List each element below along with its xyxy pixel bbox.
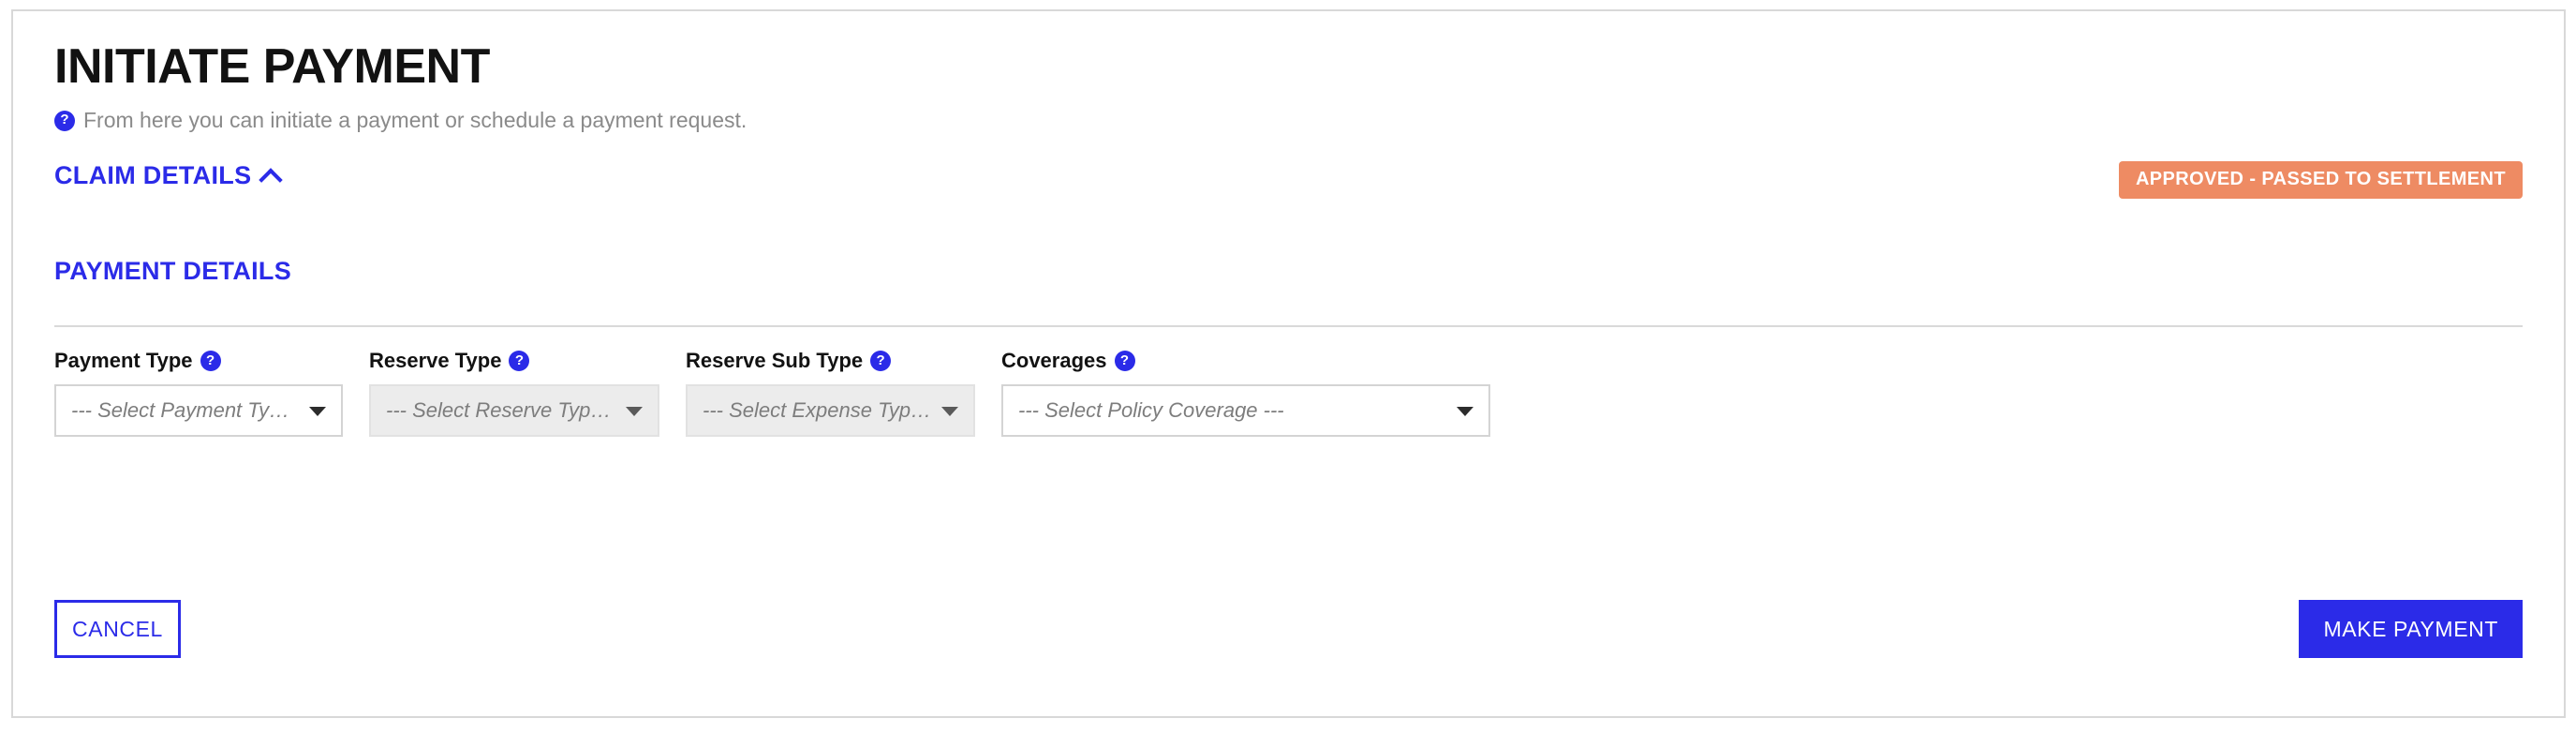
field-label-text: Payment Type [54,349,193,372]
help-circle-icon[interactable]: ? [870,351,892,371]
field-label-coverages: Coverages ? [1001,349,1490,373]
help-glyph: ? [60,112,69,127]
page-subtitle: ? From here you can initiate a payment o… [54,110,747,131]
chevron-up-icon[interactable] [259,167,284,192]
status-badge: APPROVED - PASSED TO SETTLEMENT [2118,161,2523,199]
field-payment-type: Payment Type ? --- Select Payment Type -… [54,349,343,437]
page-subtitle-text: From here you can initiate a payment or … [83,108,748,132]
claim-details-toggle[interactable]: CLAIM DETAILS [54,161,284,192]
select-coverages-placeholder: --- Select Policy Coverage --- [1018,398,1284,422]
help-circle-icon[interactable]: ? [54,110,75,131]
select-reserve-sub-type: --- Select Expense Type --- [686,384,975,437]
field-label-reserve-sub-type: Reserve Sub Type ? [686,349,975,373]
field-label-text: Reserve Type [369,349,502,372]
select-payment-type-placeholder: --- Select Payment Type --- [71,398,300,422]
page-title: INITIATE PAYMENT [54,39,490,94]
help-glyph: ? [876,352,885,368]
section-divider [54,325,2523,327]
help-glyph: ? [514,352,525,368]
help-circle-icon[interactable]: ? [200,351,221,371]
claim-details-label: CLAIM DETAILS [54,161,252,189]
initiate-payment-card: INITIATE PAYMENT ? From here you can ini… [11,9,2566,718]
field-label-text: Reserve Sub Type [686,349,864,372]
field-label-payment-type: Payment Type ? [54,349,343,373]
select-payment-type[interactable]: --- Select Payment Type --- [54,384,343,437]
help-circle-icon[interactable]: ? [509,351,530,371]
field-reserve-type: Reserve Type ? --- Select Reserve Type -… [369,349,659,437]
field-label-reserve-type: Reserve Type ? [369,349,659,373]
select-reserve-sub-type-placeholder: --- Select Expense Type --- [703,398,932,422]
chevron-down-icon [941,407,958,416]
card-inner: INITIATE PAYMENT ? From here you can ini… [13,11,2564,716]
cancel-button[interactable]: CANCEL [54,600,181,658]
payment-details-form-row: Payment Type ? --- Select Payment Type -… [54,349,2523,437]
field-label-text: Coverages [1001,349,1107,372]
help-glyph: ? [1119,352,1130,368]
select-coverages[interactable]: --- Select Policy Coverage --- [1001,384,1490,437]
chevron-down-icon[interactable] [1457,407,1473,416]
field-reserve-sub-type: Reserve Sub Type ? --- Select Expense Ty… [686,349,975,437]
help-glyph: ? [205,352,215,368]
make-payment-button[interactable]: MAKE PAYMENT [2299,600,2523,658]
payment-details-section-title: PAYMENT DETAILS [54,257,292,285]
chevron-down-icon[interactable] [309,407,326,416]
select-reserve-type-placeholder: --- Select Reserve Type --- [386,398,616,422]
claim-details-row: CLAIM DETAILS APPROVED - PASSED TO SETTL… [54,161,2523,199]
chevron-down-icon [626,407,643,416]
field-coverages: Coverages ? --- Select Policy Coverage -… [1001,349,1490,437]
help-circle-icon[interactable]: ? [1114,351,1135,371]
select-reserve-type: --- Select Reserve Type --- [369,384,659,437]
